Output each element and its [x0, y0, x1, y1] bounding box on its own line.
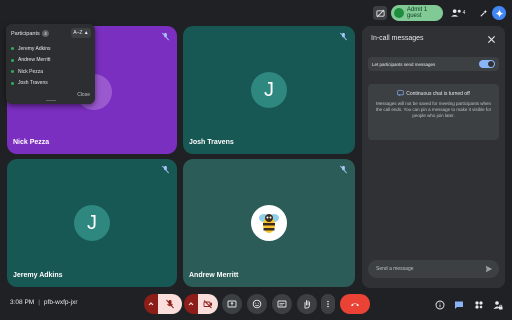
list-item-label: Andrew Merritt: [18, 57, 51, 64]
message-input[interactable]: Send a message: [368, 260, 499, 278]
emoji-icon: [252, 299, 262, 309]
bee-avatar: [251, 205, 287, 241]
mic-options-button[interactable]: [144, 294, 158, 314]
participant-name: Nick Pezza: [13, 139, 50, 146]
panel-title: In-call messages: [371, 35, 424, 42]
popup-count-badge: 4: [42, 30, 49, 37]
info-icon: [435, 300, 445, 310]
mic-off-icon: [166, 299, 174, 309]
close-icon[interactable]: [487, 35, 496, 44]
chat-info-icon: [397, 90, 404, 97]
toggle-label: Let participants send messages: [372, 61, 436, 67]
popup-close-button[interactable]: Close: [77, 92, 90, 98]
chevron-up-icon: [188, 302, 194, 306]
list-item[interactable]: Jeremy Adkins: [11, 43, 51, 55]
status-dot: [11, 47, 14, 51]
send-icon[interactable]: [485, 265, 493, 273]
meeting-code: pfb-wxfp-jxr: [43, 299, 78, 306]
info-box: Continuous chat is turned off Messages w…: [368, 84, 499, 140]
list-item[interactable]: Nick Pezza: [11, 66, 51, 78]
list-item-label: Jeremy Adkins: [18, 45, 51, 52]
status-dot: [11, 70, 14, 74]
toggle-knob: [488, 61, 494, 67]
more-options-button[interactable]: [321, 294, 335, 314]
list-item-label: Josh Travens: [18, 80, 48, 87]
chevron-up-icon: [148, 302, 154, 306]
mic-toggle-button[interactable]: [158, 294, 182, 314]
clock-time: 3:08 PM: [10, 299, 35, 306]
status-dot: [11, 81, 14, 85]
lock-person-icon: [493, 301, 503, 310]
camera-options-button[interactable]: [184, 294, 198, 314]
camera-off-icon: [203, 300, 212, 309]
participant-list: Jeremy Adkins Andrew Merritt Nick Pezza …: [11, 43, 51, 89]
participants-icon[interactable]: 4: [449, 6, 467, 20]
chat-button[interactable]: [454, 300, 464, 310]
bee-icon: [259, 214, 279, 233]
guest-avatar: [394, 8, 404, 18]
list-item[interactable]: Josh Travens: [11, 78, 51, 90]
chat-icon: [455, 301, 463, 309]
participant-tile[interactable]: J Jeremy Adkins: [7, 159, 177, 287]
participant-count: 4: [462, 10, 466, 16]
captions-icon: [277, 300, 287, 308]
host-controls-button[interactable]: [493, 300, 503, 310]
present-screen-icon: [227, 300, 237, 308]
gemini-icon[interactable]: [492, 6, 506, 20]
meeting-details-button[interactable]: [435, 300, 445, 310]
captions-button[interactable]: [272, 294, 292, 314]
bottom-bar: 3:08 PM | pfb-wxfp-jxr: [0, 290, 512, 320]
more-vert-icon: [327, 300, 329, 308]
participants-popup: Participants 4 A–Z ▲ Jeremy Adkins Andre…: [6, 24, 95, 104]
separator: |: [38, 299, 40, 306]
chat-panel: In-call messages Let participants send m…: [362, 26, 505, 288]
mic-off-icon: [340, 165, 347, 174]
mic-off-icon: [340, 32, 347, 41]
avatar: J: [74, 205, 110, 241]
message-placeholder: Send a message: [376, 266, 414, 272]
reactions-button[interactable]: [247, 294, 267, 314]
mic-off-icon: [162, 32, 169, 41]
raise-hand-button[interactable]: [297, 294, 317, 314]
activities-button[interactable]: [474, 300, 484, 310]
list-item[interactable]: Andrew Merritt: [11, 55, 51, 67]
send-messages-setting: Let participants send messages: [368, 57, 499, 71]
sort-button[interactable]: A–Z ▲: [71, 28, 91, 38]
drag-handle[interactable]: [46, 99, 56, 101]
popup-title: Participants: [11, 31, 40, 37]
self-view-icon[interactable]: [373, 6, 387, 20]
leave-call-button[interactable]: [340, 294, 370, 314]
camera-toggle-button[interactable]: [198, 294, 218, 314]
list-item-label: Nick Pezza: [18, 68, 44, 75]
participant-tile[interactable]: Andrew Merritt: [183, 159, 355, 287]
participant-tile[interactable]: J Josh Travens: [183, 26, 355, 154]
avatar: J: [251, 72, 287, 108]
meeting-info: 3:08 PM | pfb-wxfp-jxr: [10, 299, 78, 306]
effects-icon[interactable]: [476, 6, 490, 20]
participant-name: Andrew Merritt: [189, 272, 239, 279]
info-heading: Continuous chat is turned off: [406, 90, 470, 97]
mic-off-icon: [162, 165, 169, 174]
admit-guest-button[interactable]: Admit 1 guest: [391, 5, 443, 21]
activities-icon: [475, 301, 483, 309]
participant-name: Josh Travens: [189, 139, 234, 146]
hand-icon: [304, 300, 310, 309]
info-body: Messages will not be saved for meeting p…: [375, 101, 492, 118]
status-dot: [11, 58, 14, 62]
end-call-icon: [351, 303, 359, 307]
send-messages-toggle[interactable]: [479, 60, 495, 68]
top-bar: Admit 1 guest 4: [0, 0, 512, 26]
info-heading-row: Continuous chat is turned off: [368, 90, 499, 97]
admit-label: Admit 1 guest: [406, 7, 428, 19]
participant-name: Jeremy Adkins: [13, 272, 63, 279]
present-button[interactable]: [222, 294, 242, 314]
